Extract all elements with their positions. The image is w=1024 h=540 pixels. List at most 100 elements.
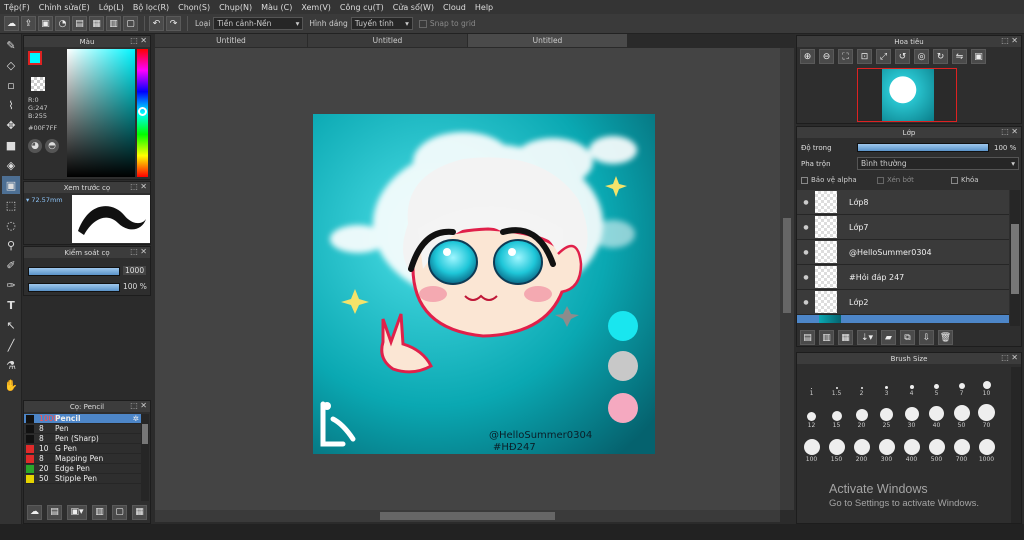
eyedropper-tool-icon[interactable]: ⚗ — [2, 356, 20, 374]
shape-select[interactable]: Tuyến tính ▾ — [350, 17, 413, 30]
brush-size-option[interactable]: 300 — [874, 439, 899, 463]
brush-size-option[interactable]: 4 — [899, 385, 924, 397]
snap-checkbox[interactable] — [418, 19, 427, 28]
canvas-area[interactable]: @HelloSummer0304 #HĐ247 — [155, 48, 780, 510]
brush-size-option[interactable]: 12 — [799, 412, 824, 429]
menu-cloud[interactable]: Cloud — [443, 3, 466, 12]
type-select[interactable]: Tiền cảnh-Nền ▾ — [213, 17, 304, 30]
visibility-icon[interactable]: ● — [797, 224, 815, 231]
reset-rotation-icon[interactable]: ◎ — [914, 49, 929, 64]
menu-select[interactable]: Chọn(S) — [178, 3, 210, 12]
tab-untitled-3[interactable]: Untitled — [468, 34, 627, 47]
brush-tool-icon[interactable]: ✎ — [2, 36, 20, 54]
visibility-icon[interactable]: ● — [797, 199, 815, 206]
brush-size-slider[interactable] — [28, 267, 120, 276]
brush-list-scrollbar[interactable] — [141, 414, 149, 501]
brush-size-option[interactable]: 500 — [924, 439, 949, 463]
brush-size-option[interactable]: 1000 — [974, 439, 999, 463]
divide-tool-icon[interactable]: ╱ — [2, 336, 20, 354]
saturation-value-picker[interactable] — [67, 49, 135, 177]
cloud-brush-icon[interactable]: ☁ — [27, 504, 42, 520]
palette-icon[interactable]: ◕ — [28, 139, 42, 153]
magic-brush-icon[interactable]: ⌇ — [2, 96, 20, 114]
grid-icon[interactable]: ▦ — [89, 16, 104, 31]
brush-size-option[interactable]: 10 — [974, 381, 999, 397]
frame-icon[interactable]: ▢ — [123, 16, 138, 31]
eraser-tool-icon[interactable]: ◇ — [2, 56, 20, 74]
color-history-icon[interactable]: ◓ — [45, 139, 59, 153]
menu-file[interactable]: Tệp(F) — [4, 3, 30, 12]
panel-controls-icon[interactable]: ⬚ ✕ — [130, 36, 147, 45]
rotate-right-icon[interactable]: ↻ — [933, 49, 948, 64]
layer-opacity-slider[interactable] — [857, 143, 989, 152]
dot-tool-icon[interactable]: ▫ — [2, 76, 20, 94]
selected-layer-row[interactable] — [797, 315, 1009, 323]
rotate-left-icon[interactable]: ↺ — [895, 49, 910, 64]
tab-untitled-1[interactable]: Untitled — [155, 34, 307, 47]
gradient-tool-icon[interactable]: ▣ — [2, 176, 20, 194]
move-tool-icon[interactable]: ✥ — [2, 116, 20, 134]
select-pen-icon[interactable]: ✐ — [2, 256, 20, 274]
tab-untitled-2[interactable]: Untitled — [308, 34, 467, 47]
brush-item-pen[interactable]: 8 Pen — [24, 424, 141, 434]
brush-size-option[interactable]: 40 — [924, 406, 949, 429]
brush-size-option[interactable]: 50 — [949, 405, 974, 429]
canvas-vertical-scrollbar[interactable] — [780, 48, 794, 510]
select-eraser-icon[interactable]: ✑ — [2, 276, 20, 294]
layer-row[interactable]: ● Lớp2 — [797, 290, 1009, 315]
zoom-in-icon[interactable]: ⊕ — [800, 49, 815, 64]
artwork-canvas[interactable]: @HelloSummer0304 #HĐ247 — [313, 114, 655, 454]
layer-list-scrollbar[interactable] — [1010, 190, 1020, 326]
panel-controls-icon[interactable]: ⬚ ✕ — [130, 247, 147, 256]
brush-size-option[interactable]: 5 — [924, 384, 949, 397]
gear-icon[interactable]: ✲ — [133, 414, 139, 423]
menu-tools[interactable]: Công cụ(T) — [340, 3, 384, 12]
brush-size-option[interactable]: 100 — [799, 439, 824, 463]
brush-menu-icon[interactable]: ▣▾ — [67, 504, 87, 520]
protect-alpha-checkbox[interactable] — [801, 176, 808, 184]
new-folder-icon[interactable]: ▰ — [881, 330, 896, 345]
layer-row[interactable]: ● Lớp7 — [797, 215, 1009, 240]
menu-edit[interactable]: Chỉnh sửa(E) — [39, 3, 90, 12]
operation-tool-icon[interactable]: ↖ — [2, 316, 20, 334]
brush-settings-icon[interactable]: ▥ — [92, 504, 107, 520]
brush-size-option[interactable]: 25 — [874, 408, 899, 429]
page-icon[interactable]: ▤ — [72, 16, 87, 31]
redo-icon[interactable]: ↷ — [166, 16, 181, 31]
menu-view[interactable]: Xem(V) — [301, 3, 331, 12]
lasso-tool-icon[interactable]: ◌ — [2, 216, 20, 234]
brush-item-pencil[interactable]: 1000 Pencil ✲ — [24, 414, 141, 424]
clipping-checkbox[interactable] — [877, 176, 884, 184]
brush-size-option[interactable]: 15 — [824, 411, 849, 429]
magic-wand-icon[interactable]: ⚲ — [2, 236, 20, 254]
brush-size-option[interactable]: 70 — [974, 404, 999, 429]
table-icon[interactable]: ▥ — [106, 16, 121, 31]
navigator-viewport[interactable] — [857, 68, 957, 122]
menu-help[interactable]: Help — [475, 3, 493, 12]
new-layer-icon[interactable]: ▤ — [800, 330, 815, 345]
save-icon[interactable]: ▣ — [38, 16, 53, 31]
hue-slider[interactable] — [137, 49, 148, 177]
layer-row[interactable]: ● #Hỏi đáp 247 — [797, 265, 1009, 290]
menu-layer[interactable]: Lớp(L) — [99, 3, 124, 12]
brush-size-option[interactable]: 700 — [949, 439, 974, 463]
brush-size-option[interactable]: 20 — [849, 409, 874, 429]
brush-size-option[interactable]: 1.5 — [824, 387, 849, 397]
zoom-out-icon[interactable]: ⊖ — [819, 49, 834, 64]
brush-item-edge-pen[interactable]: 20 Edge Pen — [24, 464, 141, 474]
panel-controls-icon[interactable]: ⬚ ✕ — [1001, 353, 1018, 362]
cloud-icon[interactable]: ☁ — [4, 16, 19, 31]
foreground-color-swatch[interactable] — [28, 51, 42, 65]
actual-size-icon[interactable]: ⊡ — [857, 49, 872, 64]
panel-controls-icon[interactable]: ⬚ ✕ — [1001, 36, 1018, 45]
visibility-icon[interactable]: ● — [797, 299, 815, 306]
brush-opacity-slider[interactable] — [28, 283, 120, 292]
fit-view-icon[interactable]: ⛶ — [838, 49, 853, 64]
lock-checkbox[interactable] — [951, 176, 958, 184]
layer-row[interactable]: ● Lớp8 — [797, 190, 1009, 215]
menu-capture[interactable]: Chụp(N) — [219, 3, 252, 12]
brush-size-option[interactable]: 2 — [849, 387, 874, 397]
panel-controls-icon[interactable]: ⬚ ✕ — [1001, 127, 1018, 136]
brush-size-scrollbar[interactable] — [1011, 367, 1021, 523]
select-tool-icon[interactable]: ⬚ — [2, 196, 20, 214]
